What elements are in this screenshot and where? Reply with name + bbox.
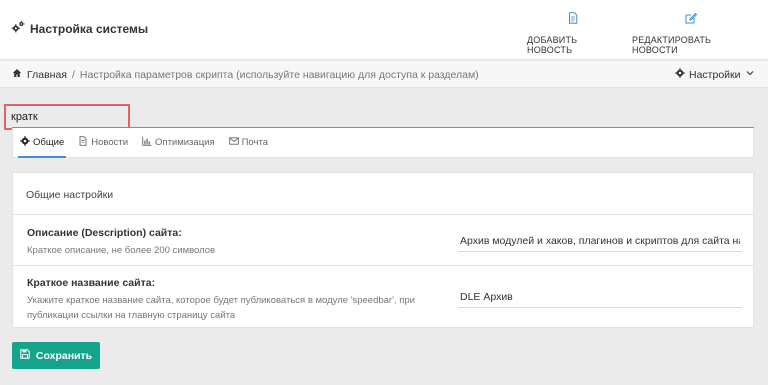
settings-tabs: Общие Новости Оптимизация Почта [12,128,754,158]
breadcrumb-separator: / [71,68,75,81]
breadcrumb-current: Настройка параметров скрипта (используйт… [79,68,479,81]
gears-icon [11,20,25,37]
gear-icon [20,136,30,149]
short-name-field-help: Укажите краткое название сайта, которое … [27,295,415,321]
edit-icon [685,12,698,35]
tab-optimization[interactable]: Оптимизация [142,128,215,158]
divider [13,214,753,215]
general-settings-panel: Общие настройки Описание (Description) с… [12,172,754,328]
settings-dropdown[interactable]: Настройки [675,68,755,81]
add-news-label: ДОБАВИТЬ НОВОСТЬ [527,35,578,55]
edit-news-button[interactable]: РЕДАКТИРОВАТЬ НОВОСТИ [632,12,750,55]
save-button[interactable]: Сохранить [12,342,100,369]
tab-mail-label: Почта [241,137,268,148]
breadcrumb: Главная / Настройка параметров скрипта (… [12,68,479,81]
tab-news[interactable]: Новости [78,128,128,158]
envelope-icon [228,136,239,149]
panel-title: Общие настройки [26,189,114,201]
brand: Настройка системы [11,20,148,37]
tab-general[interactable]: Общие [17,128,67,158]
tab-news-label: Новости [91,137,129,148]
breadcrumb-home-link[interactable]: Главная [12,68,67,81]
top-header: Настройка системы ДОБАВИТЬ НОВОСТЬ РЕДАК… [0,0,768,60]
description-input[interactable] [458,230,742,252]
edit-news-label: РЕДАКТИРОВАТЬ НОВОСТИ [632,35,712,55]
breadcrumb-home-label: Главная [27,68,67,81]
breadcrumb-bar: Главная / Настройка параметров скрипта (… [0,61,768,88]
tab-mail[interactable]: Почта [228,128,268,158]
short-name-field-label: Краткое название сайта: [27,277,156,289]
home-icon [12,68,22,81]
save-button-label: Сохранить [35,349,93,362]
file-icon [78,136,88,149]
document-icon [567,12,579,35]
short-name-input[interactable] [458,286,742,308]
description-field-label: Описание (Description) сайта: [27,227,182,239]
divider [13,265,753,266]
gear-icon [675,68,685,81]
tab-optimization-label: Оптимизация [155,137,215,148]
add-news-button[interactable]: ДОБАВИТЬ НОВОСТЬ [527,12,619,55]
settings-search-input[interactable] [11,110,126,124]
description-field-help: Краткое описание, не более 200 символов [27,245,216,256]
tab-general-label: Общие [33,137,65,148]
settings-dropdown-label: Настройки [689,68,741,81]
page-title: Настройка системы [30,21,149,36]
chevron-down-icon [745,68,755,81]
floppy-disk-icon [20,349,30,362]
bar-chart-icon [142,136,152,149]
